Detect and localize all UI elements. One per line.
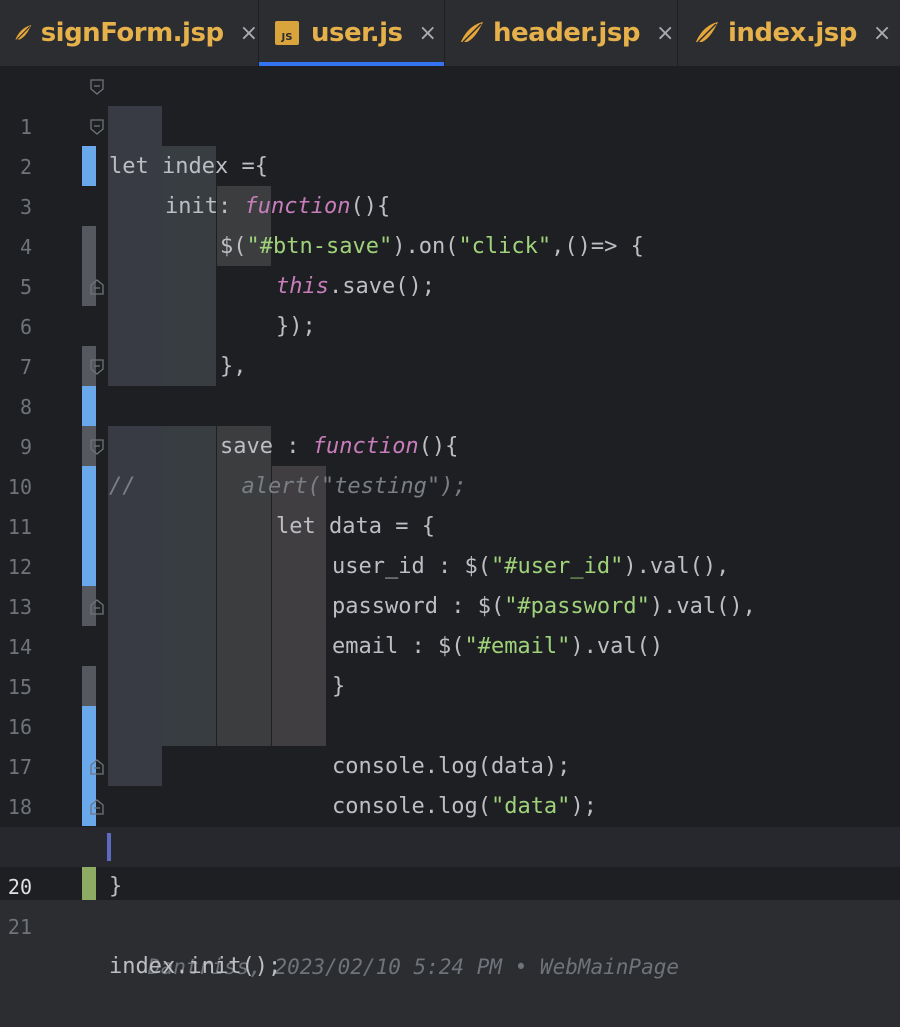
blame-marker: [107, 833, 111, 861]
close-icon[interactable]: ×: [873, 21, 891, 46]
close-icon[interactable]: ×: [656, 21, 674, 46]
tab-label: signForm.jsp: [40, 18, 224, 48]
tab-signform-jsp[interactable]: signForm.jsp ×: [0, 0, 258, 66]
tab-label: index.jsp: [728, 18, 857, 48]
tab-label: header.jsp: [493, 18, 640, 48]
code-line: 8 save : function(){: [0, 347, 900, 459]
jsp-file-icon: [696, 22, 718, 43]
close-icon[interactable]: ×: [240, 21, 258, 46]
close-icon[interactable]: ×: [419, 21, 437, 46]
jsp-file-icon: [15, 25, 32, 40]
code-line: 6 },: [0, 267, 900, 379]
code-line: 18 }: [0, 747, 900, 859]
code-line: 2 init: function(){: [0, 107, 900, 219]
code-line: 12 password : $("#password").val(),: [0, 507, 900, 619]
js-file-icon: JS: [275, 21, 299, 45]
fold-icon[interactable]: [90, 759, 104, 775]
fold-icon[interactable]: [90, 439, 104, 455]
active-tab-indicator: [259, 62, 444, 66]
code-line: 19 }: [0, 787, 900, 899]
code-line: 10 let data = {: [0, 427, 900, 539]
tab-index-jsp[interactable]: index.jsp ×: [678, 0, 900, 66]
code-line-current: 20 Dantriss, 2023/02/10 5:24 PM • WebMai…: [0, 827, 900, 979]
code-text: index.init();: [109, 954, 282, 979]
code-line: 4 this.save();: [0, 187, 900, 299]
fold-icon[interactable]: [90, 279, 104, 295]
code-line: 15: [0, 627, 900, 699]
fold-icon[interactable]: [90, 599, 104, 615]
fold-icon[interactable]: [90, 119, 104, 135]
code-line: 5 });: [0, 227, 900, 339]
code-line: 21 index.init();: [0, 867, 900, 979]
jsp-file-icon: [461, 22, 483, 43]
code-line: 13 email : $("#email").val(): [0, 547, 900, 659]
code-line: 9 // alert("testing");: [0, 387, 900, 499]
code-line: 7: [0, 307, 900, 379]
code-line: 3 $("#btn-save").on("click",()=> {: [0, 147, 900, 259]
code-line: 17 console.log("data");: [0, 707, 900, 819]
tab-user-js[interactable]: JS user.js ×: [259, 0, 444, 66]
line-number: 21: [7, 915, 32, 939]
tab-label: user.js: [311, 18, 403, 48]
code-line: 11 user_id : $("#user_id").val(),: [0, 467, 900, 579]
fold-icon[interactable]: [90, 79, 104, 95]
fold-icon[interactable]: [90, 359, 104, 375]
tab-header-jsp[interactable]: header.jsp ×: [445, 0, 677, 66]
code-line: 14 }: [0, 587, 900, 699]
code-line: 1 let index ={: [0, 67, 900, 179]
code-editor[interactable]: 1 let index ={ 2 init: function(){ 3 $("…: [0, 67, 900, 979]
editor-tab-bar: signForm.jsp × JS user.js × header.jsp ×…: [0, 0, 900, 67]
code-line: 16 console.log(data);: [0, 667, 900, 779]
fold-icon[interactable]: [90, 799, 104, 815]
